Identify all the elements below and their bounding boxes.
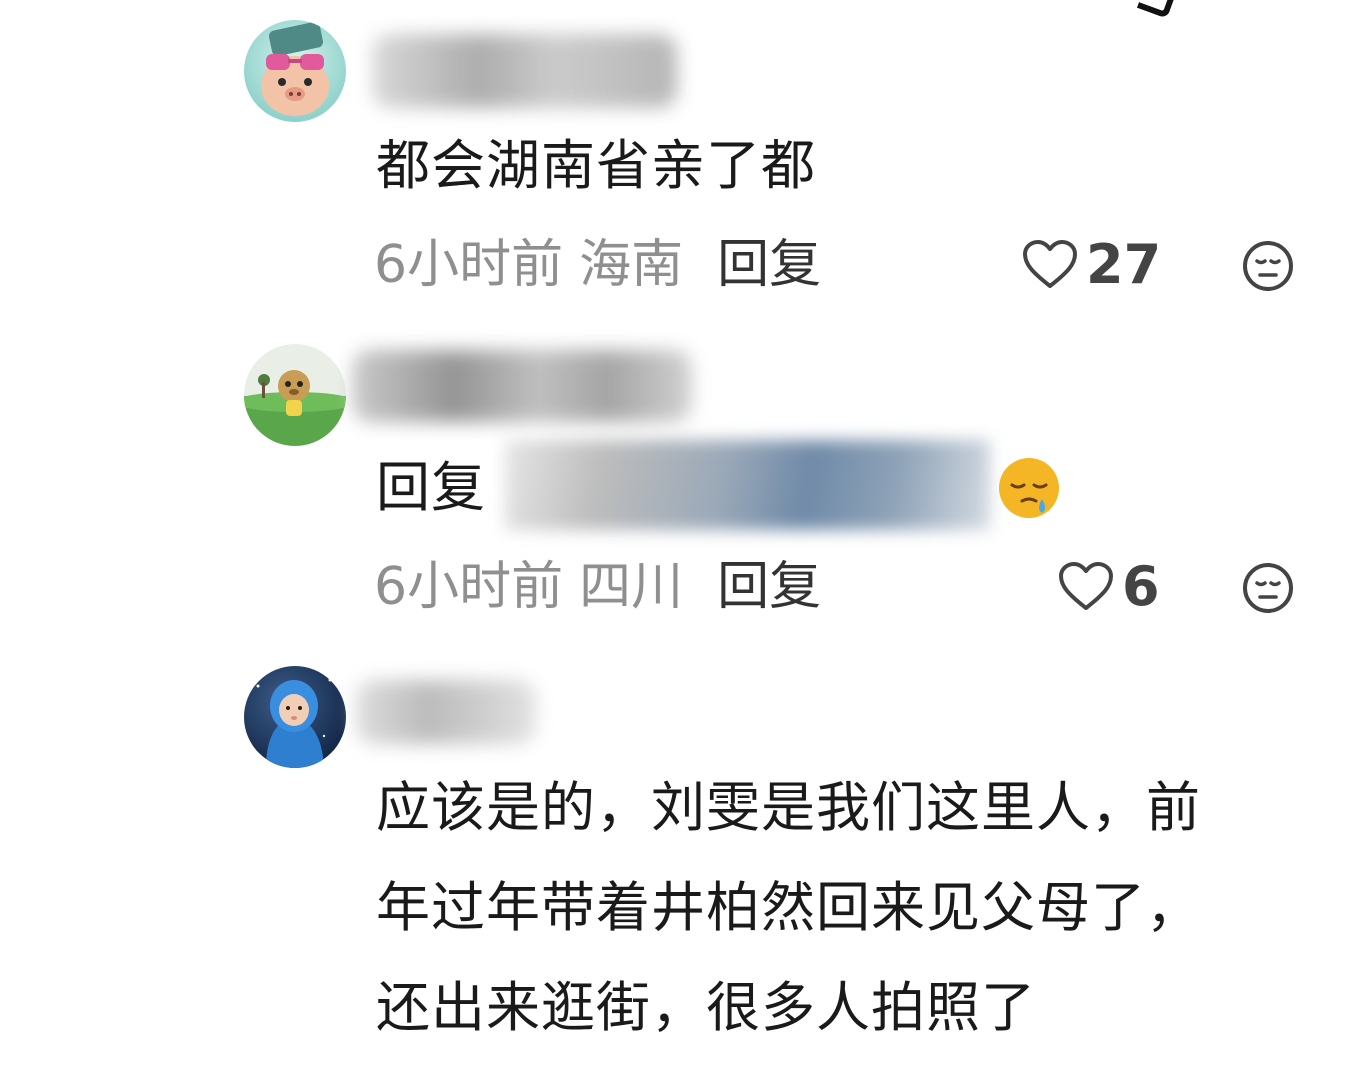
comment-text: 应该是的，刘雯是我们这里人，前 年过年带着井柏然回来见父母了， 还出来逛街，很多… (376, 760, 1201, 1060)
like-count: 6 (1122, 555, 1160, 618)
cartoon-on-grass-avatar-icon (244, 344, 346, 446)
user-avatar[interactable] (244, 666, 346, 768)
comment-time: 6小时前 (374, 235, 564, 295)
reply-button[interactable]: 回复 (717, 557, 821, 617)
comment-time: 6小时前 (374, 557, 564, 617)
child-in-blue-hood-avatar-icon (244, 666, 346, 768)
unhappy-face-icon (1243, 563, 1293, 613)
username-redacted (356, 680, 536, 744)
comment-text-line: 应该是的，刘雯是我们这里人，前 (376, 776, 1201, 839)
comment-meta: 6小时前 四川 回复 (374, 552, 821, 622)
comment-location: 四川 (579, 557, 684, 617)
user-avatar[interactable] (244, 344, 346, 446)
sleepy-face-emoji (996, 455, 1062, 521)
like-button[interactable]: 27 (1022, 230, 1161, 300)
reply-prefix: 回复 (376, 456, 486, 519)
username-redacted (352, 350, 692, 422)
heart-outline-icon (1059, 562, 1113, 610)
comment-meta: 6小时前 海南 回复 (374, 230, 821, 300)
unhappy-face-icon (1243, 241, 1293, 291)
comment-text: 都会湖南省亲了都 (376, 118, 816, 218)
top-edge-mark (1136, 0, 1176, 19)
reply-button[interactable]: 回复 (717, 235, 821, 295)
comment-list: 都会湖南省亲了都 6小时前 海南 回复 27 回复 6小时前 四川 回复 6 应… (0, 0, 1347, 1080)
comment-text-line: 年过年带着井柏然回来见父母了， (376, 876, 1201, 939)
dislike-button[interactable] (1242, 240, 1294, 292)
like-button[interactable]: 6 (1058, 552, 1160, 622)
dislike-button[interactable] (1242, 562, 1294, 614)
comment-text: 回复 (376, 440, 486, 536)
heart-outline-icon (1023, 240, 1077, 288)
pig-with-sunglasses-avatar-icon (244, 20, 346, 122)
username-redacted (372, 34, 677, 108)
like-count: 27 (1086, 233, 1162, 296)
comment-location: 海南 (579, 235, 684, 295)
reply-target-redacted[interactable] (505, 440, 990, 530)
comment-text-line: 都会湖南省亲了都 (376, 134, 816, 197)
user-avatar[interactable] (244, 20, 346, 122)
comment-text-line: 还出来逛街，很多人拍照了 (376, 976, 1036, 1039)
sleepy-face-emoji-icon (999, 458, 1059, 518)
